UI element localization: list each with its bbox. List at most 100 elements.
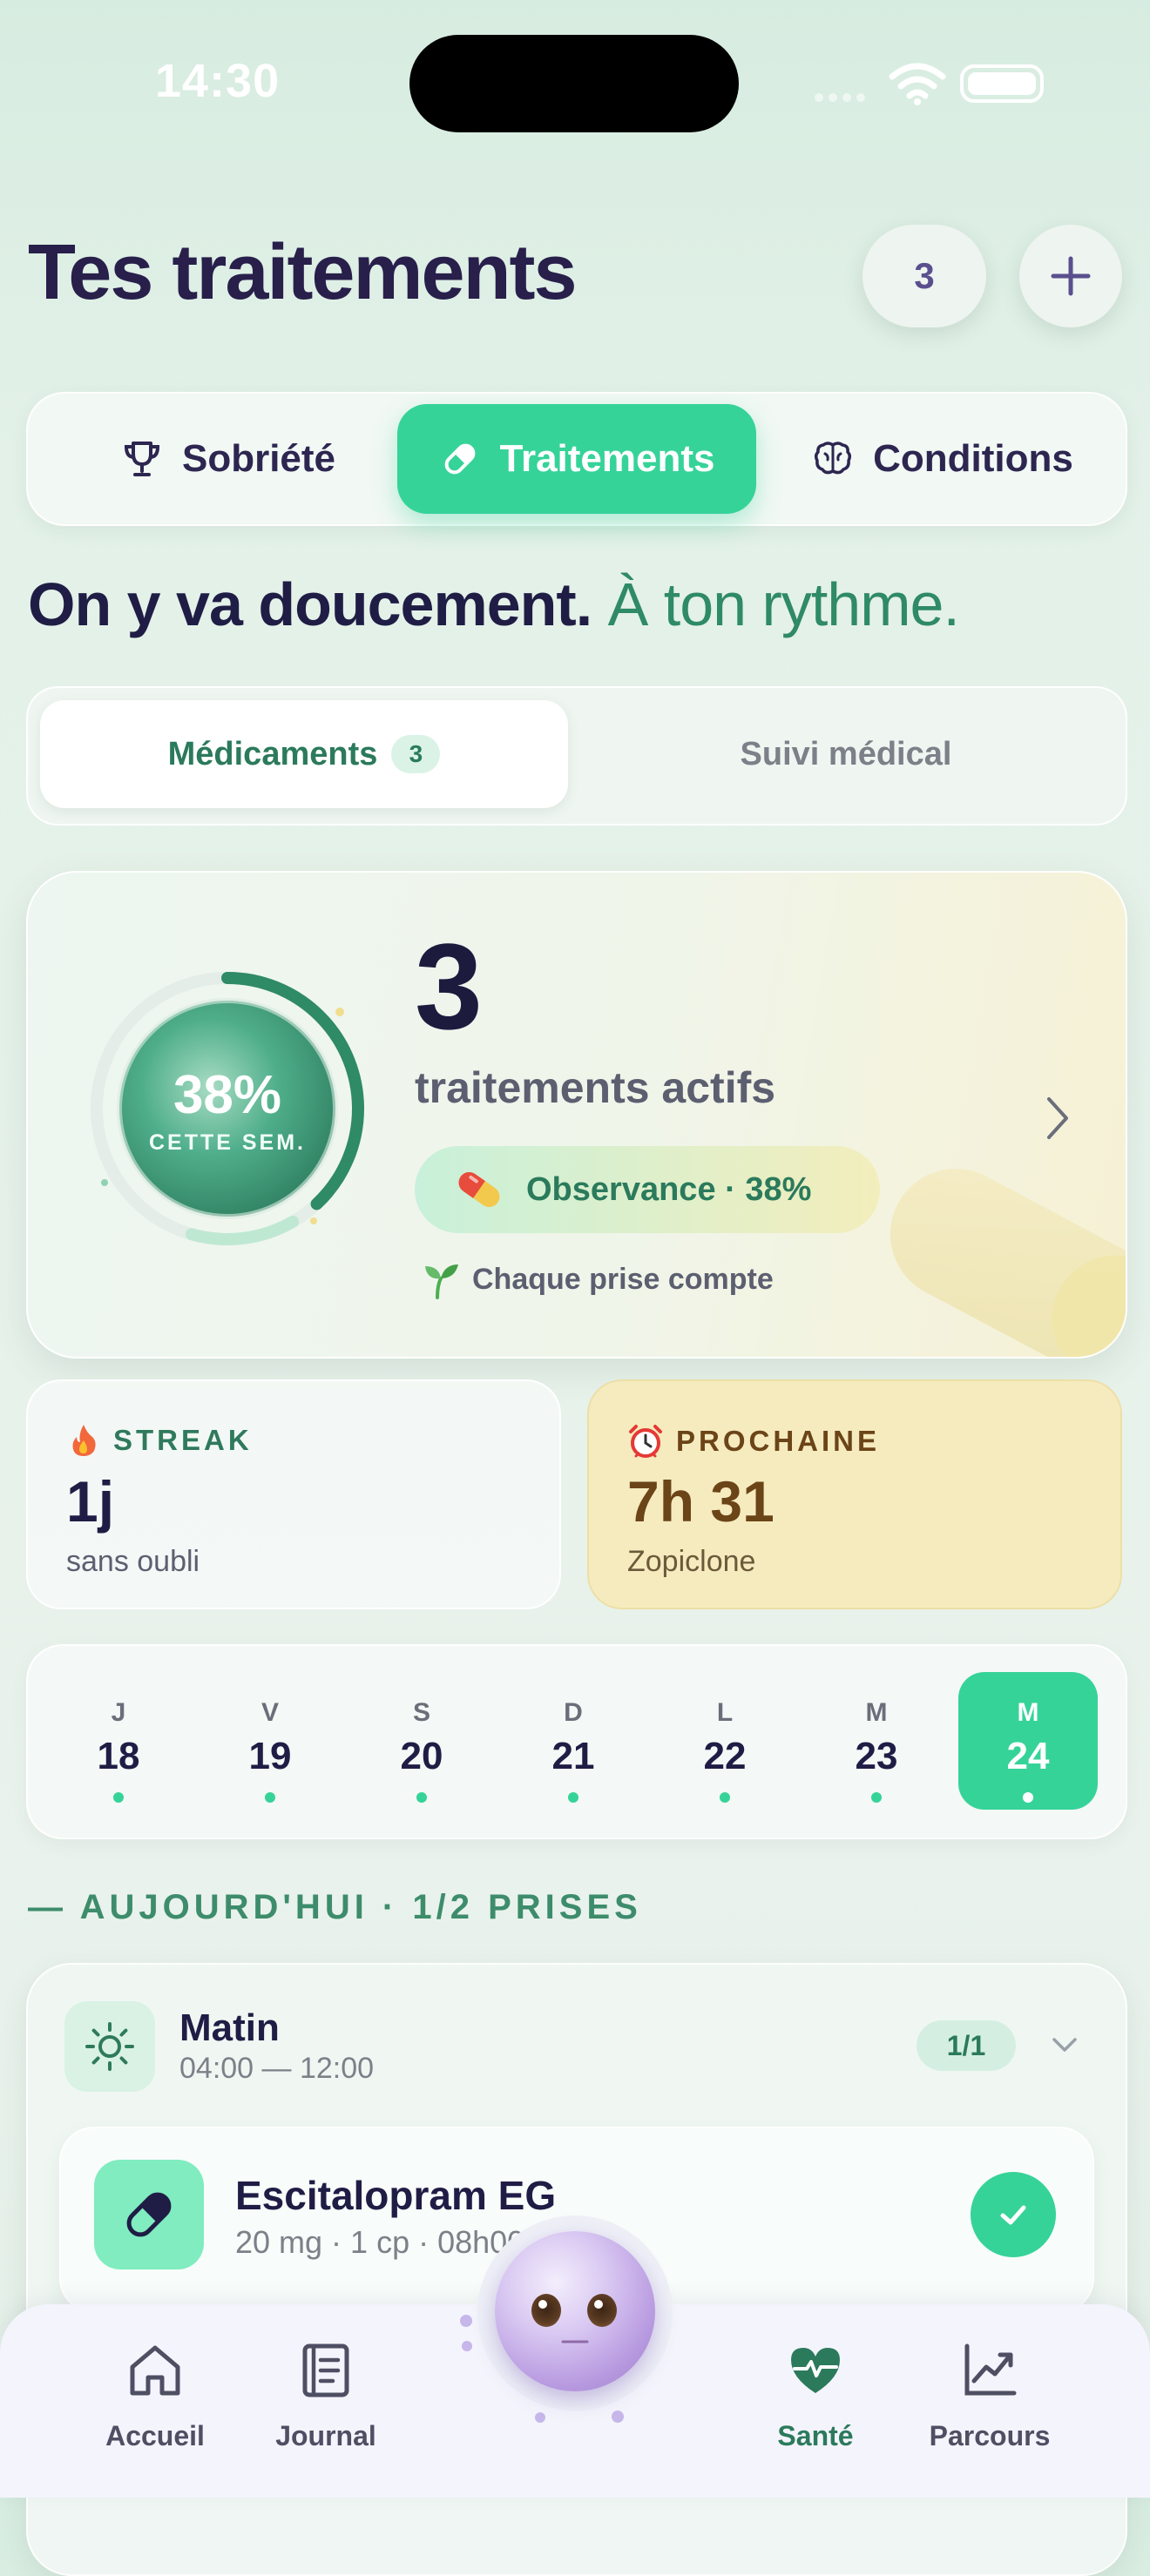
trophy-icon [124,442,159,476]
calendar-day[interactable]: D 21 [504,1672,643,1810]
segment-sobriete-label: Sobriété [181,437,336,480]
streak-card[interactable]: STREAK 1j sans oubli [26,1379,561,1609]
calendar-day[interactable]: J 18 [49,1672,188,1810]
ring-label: CETTE SEM. [148,1130,306,1155]
tagline-bold: On y va doucement. [28,570,592,638]
encouragement: Chaque prise compte [422,1259,774,1299]
day-letter: M [865,1698,888,1727]
medication-name: Escitalopram EG [235,2173,557,2218]
sparkle-dot [535,2412,545,2423]
treatment-count-button[interactable]: 3 [862,225,986,327]
nav-parcours-label: Parcours [929,2420,1051,2451]
chevron-down-icon[interactable] [1051,2033,1079,2057]
avatar-eye [587,2294,617,2327]
encouragement-text: Chaque prise compte [472,1262,774,1296]
today-section-title: — AUJOURD'HUI · 1/2 PRISES [28,1888,642,1926]
add-treatment-button[interactable] [1019,225,1122,327]
companion-avatar[interactable] [495,2231,655,2391]
nav-accueil[interactable]: Accueil [77,2339,233,2452]
brain-icon [815,442,852,475]
pill-icon [126,2192,172,2237]
avatar-eye [531,2294,561,2327]
nav-parcours[interactable]: Parcours [911,2339,1068,2452]
fire-icon [72,1425,96,1456]
day-number: 20 [400,1735,443,1777]
segment-sobriete[interactable]: Sobriété [71,404,385,514]
streak-label: STREAK [113,1424,253,1456]
category-segmented-control: Sobriété Traitements Conditions [26,392,1127,526]
segment-conditions[interactable]: Conditions [768,404,1117,514]
sub-tabs: Médicaments 3 Suivi médical [26,686,1127,826]
medications-count-badge: 3 [391,735,441,773]
taken-check-button[interactable] [971,2172,1056,2257]
streak-sub: sans oubli [66,1545,200,1578]
day-letter: D [564,1698,583,1727]
day-letter: V [260,1698,279,1727]
day-number: 24 [1006,1735,1050,1777]
sparkle-dot [460,2315,472,2327]
segment-conditions-label: Conditions [873,437,1073,480]
alarm-clock-icon [629,1425,662,1458]
pill-icon [444,443,475,475]
chevron-right-icon[interactable] [1042,1094,1073,1143]
day-number: 21 [551,1735,595,1777]
day-dot [1023,1792,1033,1803]
active-label: traitements actifs [415,1063,776,1112]
nav-sante[interactable]: Santé [737,2339,894,2452]
tab-medicaments[interactable]: Médicaments 3 [40,700,568,808]
journal-icon [302,2343,349,2397]
tagline: On y va doucement. À ton rythme. [28,570,960,639]
day-dot [416,1792,427,1803]
day-letter: J [111,1698,126,1727]
signal-icon [815,91,876,102]
day-dot [871,1792,882,1803]
ring-percent: 38% [172,1065,282,1125]
day-dot [568,1792,578,1803]
calendar-day[interactable]: V 19 [200,1672,340,1810]
sparkle-dot [612,2411,624,2423]
observance-text: Observance · 38% [526,1170,812,1208]
tab-medicaments-label: Médicaments [167,735,378,772]
day-number: 22 [703,1735,747,1777]
next-dose-value: 7h 31 [627,1469,775,1534]
calendar-day[interactable]: M 23 [807,1672,946,1810]
day-number: 23 [855,1735,898,1777]
segment-traitements[interactable]: Traitements [397,404,756,514]
page-title: Tes traitements [28,229,578,316]
sun-icon [85,2022,134,2071]
day-dot [265,1792,275,1803]
morning-period-icon-box [64,2001,155,2092]
tagline-light: À ton rythme. [607,570,960,638]
day-dot [720,1792,730,1803]
heart-pulse-icon [791,2348,840,2393]
next-dose-card[interactable]: PROCHAINE 7h 31 Zopiclone [587,1379,1122,1609]
calendar-day[interactable]: S 20 [352,1672,491,1810]
wifi-icon [889,63,946,105]
medication-details: 20 mg · 1 cp · 08h00 [235,2224,525,2260]
streak-value: 1j [66,1469,115,1534]
observance-badge: Observance · 38% [415,1146,880,1233]
tab-suivi-medical[interactable]: Suivi médical [582,700,1110,808]
next-dose-label: PROCHAINE [676,1425,881,1457]
home-icon [130,2345,180,2396]
battery-icon [960,64,1044,103]
nav-journal[interactable]: Journal [247,2339,404,2452]
calendar-day[interactable]: L 22 [655,1672,795,1810]
day-number: 19 [248,1735,292,1777]
sparkle-dot [462,2341,472,2351]
day-letter: M [1017,1698,1039,1727]
medication-pill-icon-box [94,2160,204,2269]
nav-journal-label: Journal [275,2420,376,2451]
day-number: 18 [97,1735,140,1777]
seedling-icon [425,1264,458,1299]
status-time: 14:30 [155,55,281,107]
calendar-day-selected[interactable]: M 24 [958,1672,1098,1810]
plus-icon [1051,256,1091,296]
nav-accueil-label: Accueil [105,2420,205,2451]
day-letter: S [412,1698,430,1727]
period-name: Matin [179,2006,280,2049]
period-hours: 04:00 — 12:00 [179,2052,375,2085]
tab-suivi-medical-label: Suivi médical [740,735,952,772]
avatar-mouth [561,2340,589,2343]
day-dot [113,1792,124,1803]
